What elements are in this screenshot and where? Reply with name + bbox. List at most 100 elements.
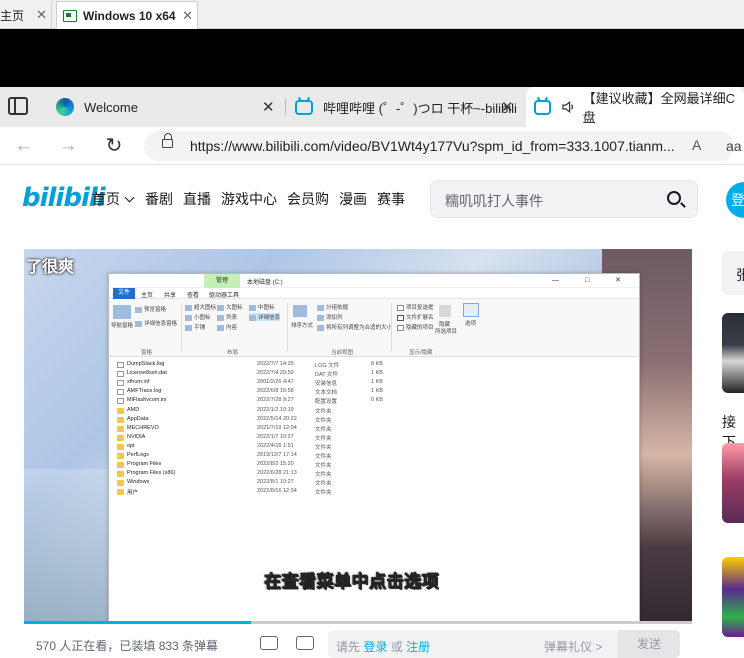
reader-mode-button[interactable]: aa xyxy=(726,138,742,154)
ribbon-nav-pane: 导航窗格 xyxy=(111,323,134,329)
checkbox-icon xyxy=(397,324,404,331)
danmaku-input-prompt: 请先 登录 或 注册 xyxy=(336,638,430,655)
ribbon-preview-pane-label: 预览窗格 xyxy=(144,307,167,313)
speaker-icon[interactable] xyxy=(561,99,576,115)
danmaku-login-link[interactable]: 登录 xyxy=(363,640,387,654)
nav-mall[interactable]: 会员购 xyxy=(287,189,329,209)
explorer-file-row: opt 2022/4/16 1:51 文件夹 xyxy=(117,443,417,452)
folder-icon xyxy=(117,489,124,496)
nav-home[interactable]: 首页 xyxy=(92,189,135,209)
file-icon xyxy=(117,362,124,368)
explorer-file-type: 文件夹 xyxy=(315,490,332,497)
danmaku-register-link[interactable]: 注册 xyxy=(406,640,430,654)
ribbon-small-icons: 小图标 xyxy=(185,313,211,321)
explorer-file-row: xfhum.inf 2001/2/26 4:47 安装信息 1 KB xyxy=(117,379,417,388)
explorer-file-type: 文件夹 xyxy=(315,472,332,479)
video-player[interactable]: 了很爽 管理 本地磁盘 (C:) — □ ✕ 文件 主页 共享 查看 驱动器工具… xyxy=(24,249,692,623)
bilibili-tv-icon xyxy=(534,99,552,115)
explorer-file-name: AMFTrace.log xyxy=(127,388,162,395)
ribbon-tiles: 平铺 xyxy=(185,323,205,331)
video-progress-bar[interactable] xyxy=(24,621,692,624)
explorer-file-date: 2001/2/26 4:47 xyxy=(257,379,294,386)
folder-icon xyxy=(117,407,124,414)
close-tab-icon[interactable]: ✕ xyxy=(262,98,275,116)
explorer-file-size: 1 KB xyxy=(371,388,383,395)
forward-arrow-icon[interactable]: → xyxy=(58,136,78,156)
close-icon[interactable]: ✕ xyxy=(36,7,47,23)
explorer-file-type: DAT 文件 xyxy=(315,372,339,379)
nav-manga[interactable]: 漫画 xyxy=(339,189,367,209)
danmaku-send-button[interactable]: 发送 xyxy=(618,630,680,658)
explorer-file-type: 文本文档 xyxy=(315,390,338,397)
ribbon-file-ext-label: 文件扩展名 xyxy=(406,315,434,321)
url-text[interactable]: https://www.bilibili.com/video/BV1Wt4y17… xyxy=(190,138,675,154)
tab-active-video[interactable]: 【建议收藏】全网最详细C 盘 xyxy=(526,87,744,127)
recommend-thumbnail[interactable] xyxy=(722,557,744,637)
tab-welcome[interactable]: Welcome ✕ xyxy=(46,87,286,127)
explorer-menu-view: 查看 xyxy=(187,293,200,299)
layout-icon xyxy=(217,324,224,331)
explorer-file-date: 2019/12/7 17:14 xyxy=(257,452,297,458)
explorer-menu-drive-tools: 驱动器工具 xyxy=(209,293,240,299)
sort-icon xyxy=(293,305,307,317)
explorer-file-name: PerfLogs xyxy=(127,452,150,458)
tab-bilibili-home[interactable]: 哔哩哔哩 (゜-゜)つロ 干杯~-bilibili ✕ xyxy=(287,87,525,127)
checkbox-icon xyxy=(397,304,404,311)
close-tab-icon[interactable]: ✕ xyxy=(501,98,514,116)
folder-icon xyxy=(117,471,124,478)
danmaku-toggle-icon[interactable] xyxy=(260,636,278,650)
explorer-file-date: 2022/7/4 20:59 xyxy=(257,370,294,377)
explorer-file-type: LOG 文件 xyxy=(315,363,340,369)
address-bar[interactable]: https://www.bilibili.com/video/BV1Wt4y17… xyxy=(144,131,742,161)
explorer-file-date: 2022/1/2 10:19 xyxy=(257,406,294,413)
back-arrow-icon[interactable]: ← xyxy=(14,136,34,156)
hide-icon xyxy=(439,305,451,317)
up-info-card[interactable]: 张 xyxy=(722,251,744,295)
refresh-icon[interactable]: ↻ xyxy=(104,136,124,156)
explorer-file-size: 1 KB xyxy=(371,379,383,386)
pane-icon xyxy=(135,306,142,313)
nav-anime[interactable]: 番剧 xyxy=(145,189,173,209)
explorer-file-date: 2021/7/19 12:04 xyxy=(257,424,297,431)
browser-tab-strip: Welcome ✕ 哔哩哔哩 (゜-゜)つロ 干杯~-bilibili ✕ 【建… xyxy=(0,87,744,127)
search-input[interactable]: 糯叽叽打人事件 xyxy=(430,180,698,218)
ribbon-xl-icons-label: 超大图标 xyxy=(194,305,217,311)
explorer-manage-tab: 管理 xyxy=(204,274,240,288)
host-tab-vm[interactable]: Windows 10 x64 ✕ xyxy=(56,1,198,29)
ribbon-add-columns-label: 添加列 xyxy=(326,315,343,321)
explorer-file-name: 用户 xyxy=(127,490,139,497)
recommend-thumbnail[interactable] xyxy=(722,443,744,523)
host-tab-home[interactable]: 主页 ✕ xyxy=(0,1,52,29)
explorer-file-date: 2022/8/16 12:34 xyxy=(257,488,297,495)
ribbon-medium-icons-label: 中图标 xyxy=(258,305,275,311)
danmaku-input[interactable]: 请先 登录 或 注册 弹幕礼仪 > 发送 xyxy=(328,630,680,658)
explorer-title-bar: 管理 本地磁盘 (C:) — □ ✕ xyxy=(109,274,639,288)
layout-icon xyxy=(185,314,192,321)
folder-icon xyxy=(117,480,124,487)
recommend-thumbnail[interactable] xyxy=(722,313,744,393)
vm-toolbar-band xyxy=(0,29,744,87)
ribbon-details-label: 详细信息 xyxy=(258,315,281,321)
ribbon-fit-columns-label: 将所有列调整为合适的大小 xyxy=(326,325,393,331)
bilibili-tv-icon xyxy=(295,99,313,115)
nav-esports[interactable]: 赛事 xyxy=(377,189,405,209)
danmaku-etiquette-link[interactable]: 弹幕礼仪 > xyxy=(544,638,602,655)
checkbox-checked-icon xyxy=(397,314,404,321)
explorer-file-row: AMFTrace.log 2022/6/8 16:58 文本文档 1 KB xyxy=(117,388,417,397)
tab-actions-icon[interactable] xyxy=(8,97,28,115)
login-button[interactable]: 登 xyxy=(726,182,744,218)
video-subtitle: 在查看菜单中点击选项 xyxy=(264,572,439,592)
nav-game-center[interactable]: 游戏中心 xyxy=(221,189,277,209)
close-icon[interactable]: ✕ xyxy=(182,8,193,24)
lock-icon[interactable] xyxy=(162,133,173,148)
search-icon[interactable] xyxy=(667,191,681,205)
read-aloud-icon[interactable]: A xyxy=(692,137,701,153)
nav-live[interactable]: 直播 xyxy=(183,189,211,209)
danmaku-settings-icon[interactable] xyxy=(296,636,314,650)
ribbon-preview-pane: 预览窗格 xyxy=(135,305,166,313)
ribbon-item-checkboxes: 项目复选框 xyxy=(397,303,434,311)
folder-icon xyxy=(117,434,124,441)
explorer-file-date: 2022/6/8 16:58 xyxy=(257,388,294,395)
ribbon-group-by: 分组依据 xyxy=(317,303,348,311)
explorer-file-row: 用户 2022/8/16 12:34 文件夹 xyxy=(117,488,417,497)
